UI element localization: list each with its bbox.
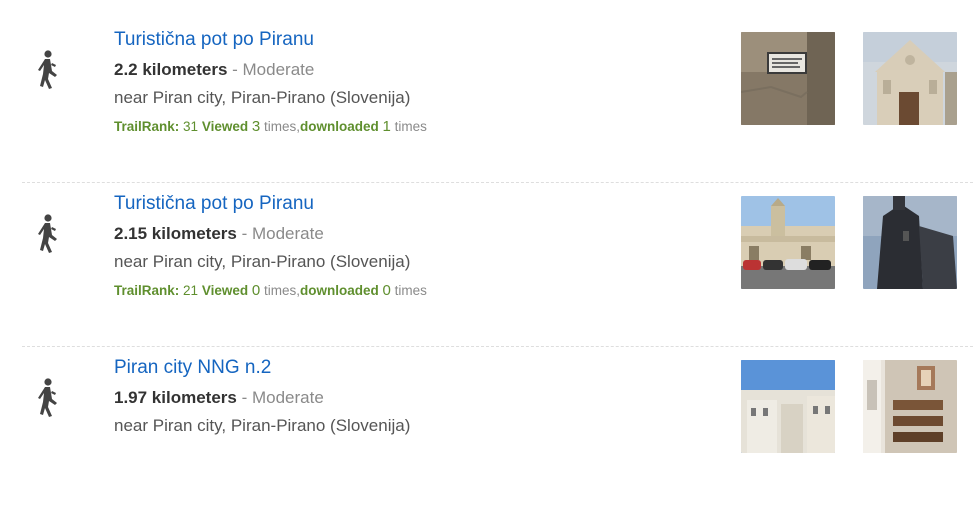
times-text: times [394,119,427,134]
trail-distance: 1.97 kilometers [114,388,237,407]
times-text: times, [264,119,301,134]
trail-photo[interactable] [863,196,957,289]
trailrank-label: TrailRank: [114,283,180,298]
trailrank-value: 31 [183,119,199,134]
viewed-count: 3 [251,118,261,135]
trail-photo[interactable] [741,32,835,125]
trail-list-item: Turistična pot po Piranu 2.15 kilometers… [0,183,973,347]
viewed-label: Viewed [201,119,249,134]
trail-title-link[interactable]: Turistična pot po Piranu [114,193,314,215]
trail-list-item: Piran city NNG n.2 1.97 kilometers - Mod… [0,347,973,511]
trail-location: near Piran city, Piran-Pirano (Slovenija… [114,88,411,107]
hiker-icon [38,214,57,253]
trail-photo[interactable] [863,360,957,453]
hiker-icon [38,50,57,89]
hiker-icon [38,378,57,417]
separator: - [227,60,243,79]
distance-line: 2.2 kilometers - Moderate [114,60,314,80]
trail-stats: TrailRank: 31 Viewed 3 times,downloaded … [114,118,427,135]
trailrank-value: 21 [183,283,199,298]
trail-stats: TrailRank: 21 Viewed 0 times,downloaded … [114,282,427,299]
trail-difficulty: Moderate [251,224,324,243]
viewed-count: 0 [251,282,261,299]
distance-line: 2.15 kilometers - Moderate [114,224,324,244]
downloaded-label: downloaded [300,119,379,134]
trail-list-item: Turistična pot po Piranu 2.2 kilometers … [0,19,973,183]
trail-photo[interactable] [863,32,957,125]
times-text: times, [264,283,301,298]
downloaded-label: downloaded [300,283,379,298]
separator: - [236,224,252,243]
trail-distance: 2.15 kilometers [114,224,237,243]
downloaded-count: 1 [382,118,391,135]
separator: - [236,388,252,407]
trail-title-link[interactable]: Piran city NNG n.2 [114,357,271,379]
trail-photo[interactable] [741,196,835,289]
trailrank-label: TrailRank: [114,119,180,134]
distance-line: 1.97 kilometers - Moderate [114,388,324,408]
times-text: times [394,283,427,298]
trail-photo[interactable] [741,360,835,453]
trail-difficulty: Moderate [242,60,315,79]
viewed-label: Viewed [201,283,249,298]
downloaded-count: 0 [382,282,391,299]
trail-distance: 2.2 kilometers [114,60,228,79]
trail-location: near Piran city, Piran-Pirano (Slovenija… [114,416,411,435]
trail-title-link[interactable]: Turistična pot po Piranu [114,29,314,51]
trail-difficulty: Moderate [251,388,324,407]
trail-location: near Piran city, Piran-Pirano (Slovenija… [114,252,411,271]
